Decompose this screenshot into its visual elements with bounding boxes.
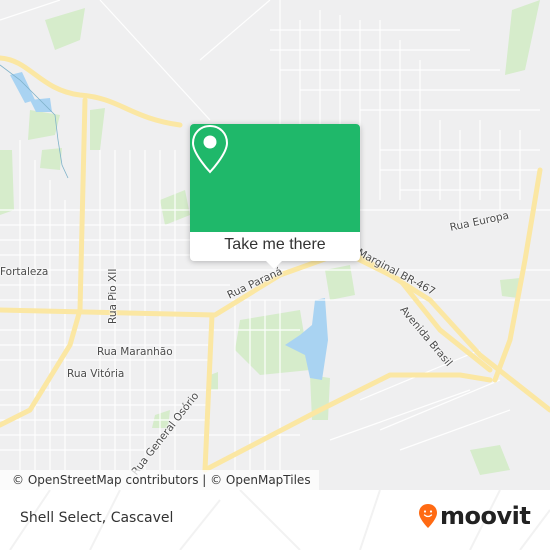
moovit-smiley-pin-icon: [419, 504, 437, 528]
street-label: Rua Maranhão: [97, 346, 173, 358]
lake: [30, 98, 52, 112]
lake: [10, 72, 35, 103]
map-attribution: © OpenStreetMap contributors | © OpenMap…: [0, 470, 319, 490]
park-area: [90, 108, 105, 150]
popup-header: [190, 124, 360, 232]
major-road: [347, 252, 493, 373]
location-pin-icon: [191, 124, 229, 174]
park-area: [45, 8, 85, 50]
major-road: [492, 167, 543, 383]
street-label: Rua Vitória: [67, 368, 125, 380]
park-area: [0, 150, 14, 215]
moovit-logo[interactable]: moovit: [418, 500, 531, 532]
major-road: [202, 372, 493, 473]
park-area: [28, 110, 60, 140]
brand-name: moovit: [440, 502, 531, 530]
place-name: Shell Select, Cascavel: [20, 510, 174, 526]
location-popup: Take me there: [190, 124, 360, 269]
footer: Shell Select, Cascavel moovit: [0, 490, 550, 550]
park-area: [505, 0, 540, 75]
street-label: Rua Pio XII: [107, 268, 119, 324]
street-label: Fortaleza: [0, 266, 49, 278]
major-road: [202, 312, 215, 473]
popup-tail: [266, 261, 282, 269]
map-view[interactable]: Fortaleza Rua Pio XII Rua Maranhão Rua V…: [0, 0, 550, 490]
park-area: [40, 148, 62, 170]
park-area: [470, 445, 510, 475]
take-me-there-button[interactable]: Take me there: [190, 232, 360, 261]
